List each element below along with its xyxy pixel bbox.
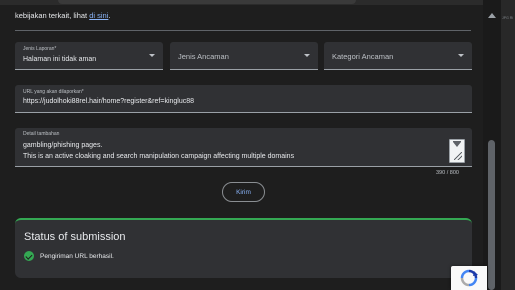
intro-suffix: . xyxy=(108,11,111,20)
chevron-down-icon xyxy=(149,53,155,57)
chevron-down-icon xyxy=(458,53,464,57)
details-label: Detail tambahan xyxy=(23,131,60,137)
submit-button[interactable]: Kirim xyxy=(222,182,265,202)
status-message-row: Pengiriman URL berhasil. xyxy=(24,251,114,261)
chevron-down-icon xyxy=(304,53,310,57)
details-line-2: This is an active cloaking and search ma… xyxy=(23,153,295,160)
char-counter: 390 / 800 xyxy=(436,170,459,176)
threat-category-placeholder: Kategori Ancaman xyxy=(332,52,394,61)
report-type-value: Halaman ini tidak aman xyxy=(23,56,97,63)
side-panel: JPG Ri xyxy=(501,0,515,290)
recaptcha-badge[interactable] xyxy=(451,266,487,290)
scroll-thumb[interactable] xyxy=(488,140,495,290)
scrollbar[interactable] xyxy=(483,0,501,290)
submission-status-card: Status of submission Pengiriman URL berh… xyxy=(15,218,472,278)
report-type-select[interactable]: Jenis Laporan* Halaman ini tidak aman xyxy=(15,42,163,70)
policy-link[interactable]: di sini xyxy=(89,11,108,20)
url-value: https://judolhoki88rel.hair/home?registe… xyxy=(23,98,195,105)
browser-top-bar xyxy=(0,0,515,5)
details-line-1: gambling/phishing pages. xyxy=(23,142,103,149)
intro-text: kebijakan terkait, lihat xyxy=(15,11,90,20)
grip-icon xyxy=(454,152,462,160)
details-textarea[interactable]: Detail tambahan gambling/phishing pages.… xyxy=(15,128,472,167)
status-title: Status of submission xyxy=(24,231,126,243)
arrow-down-icon xyxy=(453,142,461,147)
threat-type-placeholder: Jenis Ancaman xyxy=(178,52,229,61)
side-tag: JPG Ri xyxy=(502,16,514,20)
status-message: Pengiriman URL berhasil. xyxy=(40,252,114,260)
check-circle-icon xyxy=(24,251,34,261)
url-label: URL yang akan dilaporkan* xyxy=(23,89,84,95)
scroll-up-icon[interactable] xyxy=(488,13,496,18)
recaptcha-icon xyxy=(460,269,478,287)
policy-intro-text: kebijakan terkait, lihat di sini. xyxy=(15,11,111,20)
report-type-label: Jenis Laporan* xyxy=(23,46,57,52)
top-bar-handle xyxy=(58,0,356,4)
threat-type-select[interactable]: Jenis Ancaman xyxy=(170,42,318,70)
resize-handle-icon[interactable] xyxy=(449,139,465,163)
threat-category-select[interactable]: Kategori Ancaman xyxy=(324,42,472,70)
url-input[interactable]: URL yang akan dilaporkan* https://judolh… xyxy=(15,85,472,113)
divider xyxy=(15,30,471,31)
